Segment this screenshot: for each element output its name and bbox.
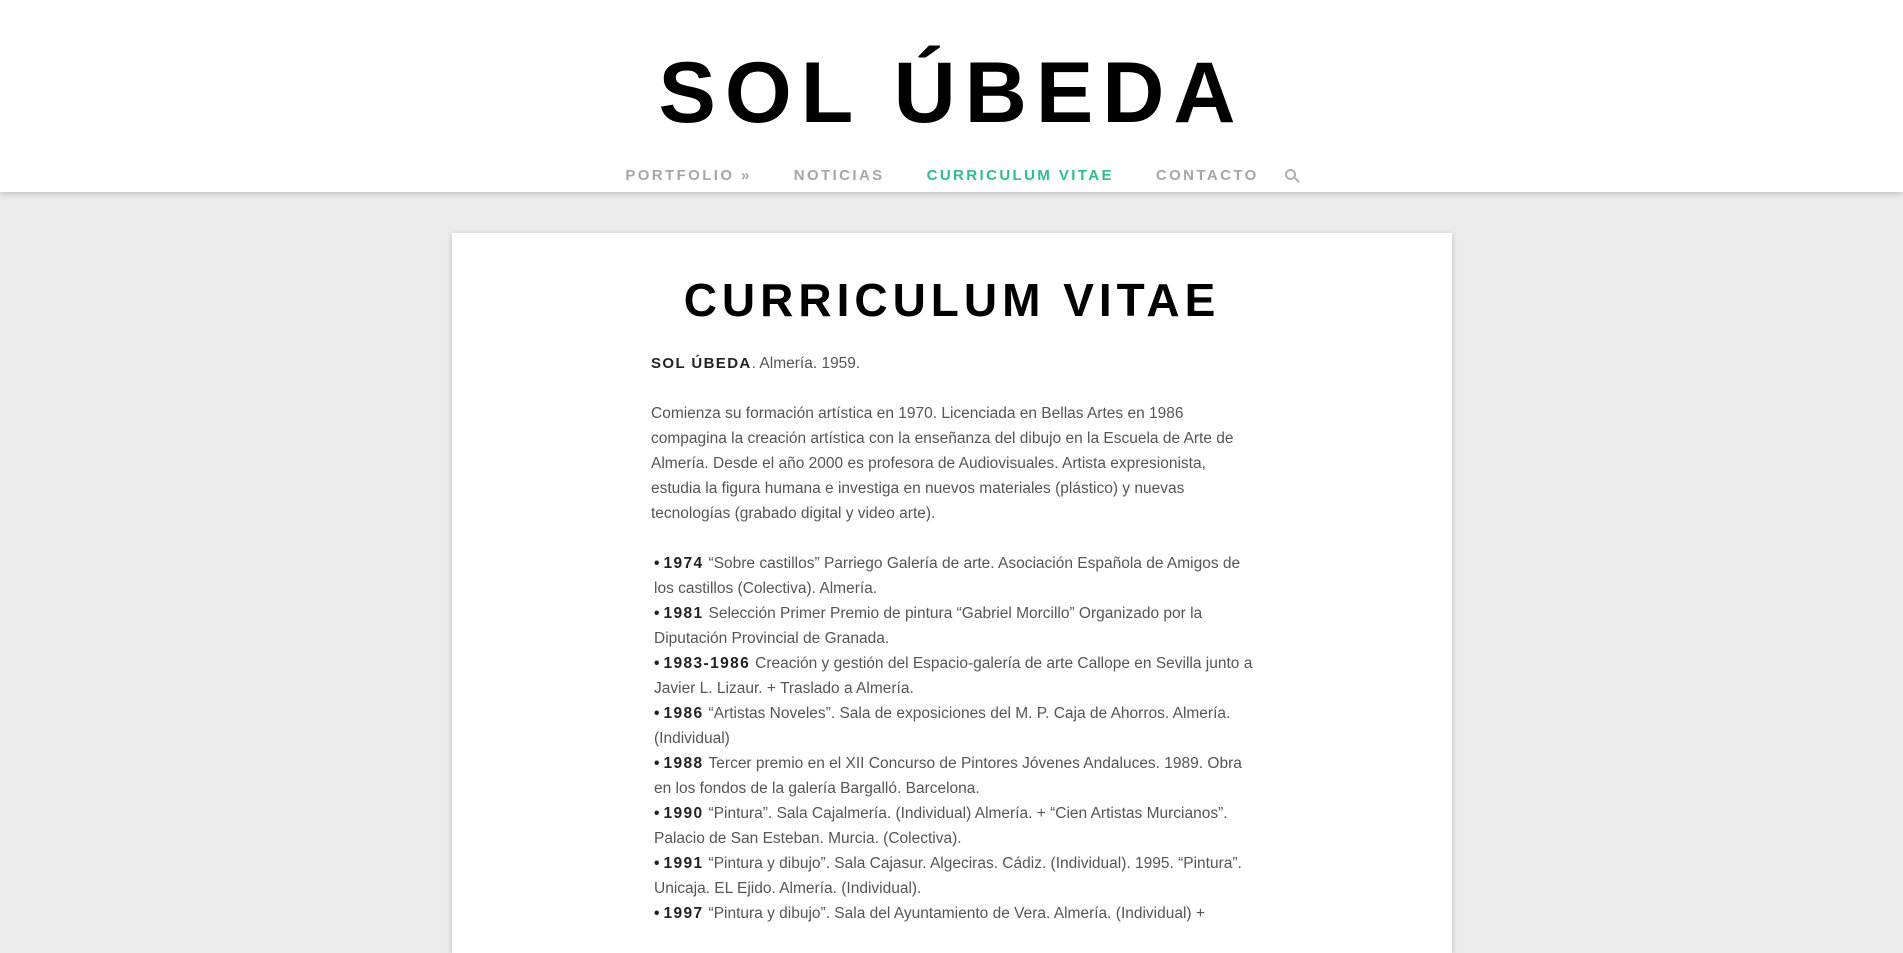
item-text: “Pintura y dibujo”. Sala Cajasur. Algeci…: [654, 855, 1242, 897]
item-text: “Pintura y dibujo”. Sala del Ayuntamient…: [708, 905, 1205, 922]
item-text: Tercer premio en el XII Concurso de Pint…: [654, 755, 1242, 797]
item-year: 1974: [663, 555, 704, 572]
main-nav: PORTFOLIO » NOTICIAS CURRICULUM VITAE CO…: [0, 167, 1903, 184]
cv-body: SOL ÚBEDA. Almería. 1959. Comienza su fo…: [651, 351, 1256, 926]
site-header: SOL ÚBEDA PORTFOLIO » NOTICIAS CURRICULU…: [0, 0, 1903, 192]
intro-paragraph: Comienza su formación artística en 1970.…: [651, 405, 1234, 522]
nav-item-noticias[interactable]: NOTICIAS: [794, 167, 885, 184]
item-year: 1986: [663, 705, 704, 722]
intro-line: SOL ÚBEDA. Almería. 1959.: [651, 351, 1256, 376]
list-item: • 1991 “Pintura y dibujo”. Sala Cajasur. A…: [654, 855, 1242, 897]
list-item: • 1986 “Artistas Noveles”. Sala de exposic…: [654, 705, 1231, 747]
nav-item-curriculum-vitae[interactable]: CURRICULUM VITAE: [927, 167, 1114, 184]
item-year: 1997: [663, 905, 704, 922]
item-text: “Sobre castillos” Parriego Galería de ar…: [654, 555, 1241, 597]
list-item: • 1997 “Pintura y dibujo”. Sala del Ayunta…: [654, 905, 1205, 922]
site-title[interactable]: SOL ÚBEDA: [0, 50, 1903, 136]
item-text: “Pintura”. Sala Cajalmería. (Individual)…: [654, 805, 1228, 847]
page-title: CURRICULUM VITAE: [683, 274, 1221, 326]
item-year: 1988: [663, 755, 704, 772]
cv-list: • 1974 “Sobre castillos” Parriego Galería …: [651, 551, 1256, 926]
item-text: “Artistas Noveles”. Sala de exposiciones…: [654, 705, 1231, 747]
list-item: • 1990 “Pintura”. Sala Cajalmería. (Indivi…: [654, 805, 1228, 847]
intro-suffix: . Almería. 1959.: [751, 355, 861, 372]
nav-item-portfolio[interactable]: PORTFOLIO »: [625, 167, 751, 184]
item-year: 1991: [663, 855, 704, 872]
list-item: • 1988 Tercer premio en el XII Concurso de…: [654, 755, 1242, 797]
nav-item-contacto[interactable]: CONTACTO: [1156, 167, 1259, 184]
intro-name: SOL ÚBEDA: [651, 355, 752, 372]
item-year: 1983-1986: [663, 655, 751, 672]
list-item: • 1981 Selección Primer Premio de pintura …: [654, 605, 1203, 647]
content-card: CURRICULUM VITAE SOL ÚBEDA. Almería. 195…: [452, 233, 1452, 953]
list-item: • 1974 “Sobre castillos” Parriego Galería …: [654, 555, 1241, 597]
item-year: 1990: [663, 805, 704, 822]
search-icon[interactable]: [1284, 168, 1300, 183]
list-item: • 1983-1986 Creación y gestión del Espacio…: [654, 655, 1253, 697]
item-text: Selección Primer Premio de pintura “Gabr…: [654, 605, 1203, 647]
item-year: 1981: [663, 605, 704, 622]
